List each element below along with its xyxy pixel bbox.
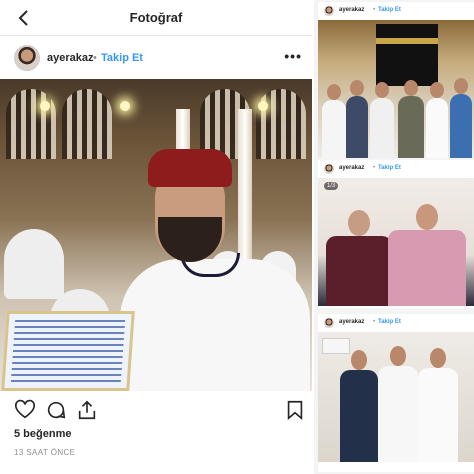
- side-post-photo[interactable]: [318, 332, 474, 462]
- person: [340, 350, 378, 462]
- side-post-header: ayerakaz • Takip Et: [318, 314, 474, 330]
- seated-worshipper: [4, 229, 64, 299]
- person: [418, 348, 458, 462]
- person: [346, 80, 368, 158]
- username-link[interactable]: ayerakaz: [339, 7, 364, 13]
- main-post-panel: Fotoğraf ayerakaz • Takip Et ••• 5 beğen…: [0, 0, 312, 474]
- follow-button[interactable]: Takip Et: [378, 7, 401, 13]
- mosque-arch: [6, 89, 56, 159]
- top-navigation-bar: Fotoğraf: [0, 0, 312, 36]
- side-post-header: ayerakaz • Takip Et: [318, 160, 474, 176]
- separator-dot: •: [93, 52, 97, 64]
- avatar[interactable]: [324, 318, 334, 328]
- person: [398, 80, 424, 158]
- page-title: Fotoğraf: [129, 10, 183, 25]
- more-options-icon[interactable]: •••: [284, 48, 302, 64]
- side-post-column: ayerakaz • Takip Et ayerakaz • Takip Et …: [312, 0, 474, 474]
- heart-icon[interactable]: [14, 399, 36, 421]
- post-actions: [0, 395, 312, 425]
- mosque-arch: [62, 89, 112, 159]
- share-icon[interactable]: [76, 399, 98, 421]
- avatar[interactable]: [324, 164, 334, 174]
- lamp: [258, 101, 268, 111]
- person: [326, 210, 392, 306]
- person: [388, 204, 466, 306]
- person: [426, 82, 448, 158]
- kaaba: [376, 24, 438, 86]
- username-link[interactable]: ayerakaz: [339, 319, 364, 325]
- comment-icon[interactable]: [45, 399, 67, 421]
- side-post-header: ayerakaz • Takip Et: [318, 2, 474, 18]
- avatar[interactable]: [324, 6, 334, 16]
- post-photo[interactable]: [0, 79, 312, 391]
- person: [370, 82, 394, 158]
- air-conditioner: [322, 338, 350, 354]
- separator-dot: •: [373, 319, 376, 325]
- red-fez: [148, 149, 232, 187]
- carousel-counter: 1/3: [324, 182, 339, 190]
- side-post-photo[interactable]: 1/3: [318, 178, 474, 306]
- reading-man: [110, 149, 310, 391]
- person: [450, 78, 472, 158]
- follow-button[interactable]: Takip Et: [378, 319, 401, 325]
- like-count[interactable]: 5 beğenme: [14, 428, 71, 440]
- post-timestamp: 13 SAAT ÖNCE: [14, 448, 76, 457]
- post-header: ayerakaz • Takip Et •••: [0, 42, 312, 76]
- side-post-photo[interactable]: [318, 20, 474, 158]
- person: [378, 346, 418, 462]
- open-book: [1, 311, 135, 391]
- side-post-kaaba[interactable]: ayerakaz • Takip Et: [318, 2, 474, 158]
- lamp: [120, 101, 130, 111]
- side-post-group[interactable]: ayerakaz • Takip Et: [318, 314, 474, 472]
- separator-dot: •: [373, 165, 376, 171]
- bookmark-icon[interactable]: [284, 399, 306, 421]
- username-link[interactable]: ayerakaz: [339, 165, 364, 171]
- username-link[interactable]: ayerakaz: [47, 52, 94, 64]
- person: [322, 84, 346, 158]
- avatar[interactable]: [14, 45, 40, 71]
- follow-button[interactable]: Takip Et: [101, 52, 143, 64]
- follow-button[interactable]: Takip Et: [378, 165, 401, 171]
- separator-dot: •: [373, 7, 376, 13]
- side-post-sofa[interactable]: ayerakaz • Takip Et 1/3: [318, 160, 474, 308]
- lamp: [40, 101, 50, 111]
